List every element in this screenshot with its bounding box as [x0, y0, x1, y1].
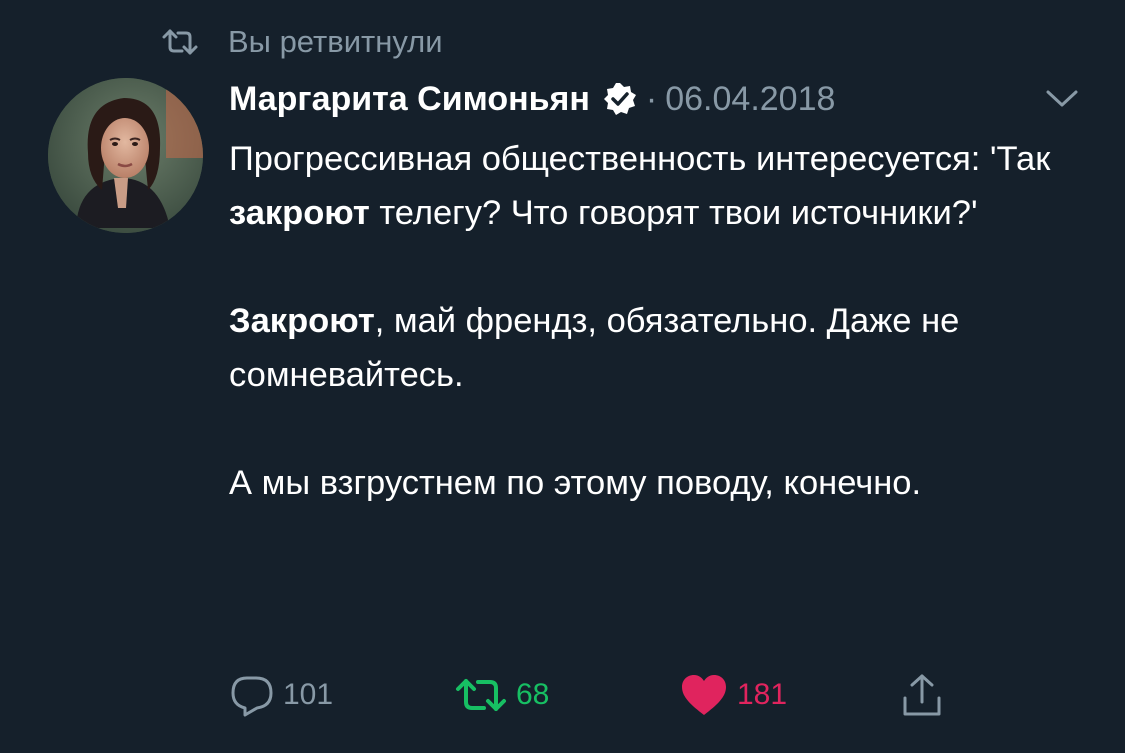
retweet-icon [162, 29, 198, 55]
like-button[interactable]: 181 [679, 670, 787, 720]
tweet-paragraph: А мы взгрустнем по этому поводу, конечно… [229, 464, 922, 502]
retweet-context-label: Вы ретвитнули [228, 24, 443, 59]
retweet-count: 68 [516, 678, 550, 711]
tweet-header: Маргарита Симоньян · 06.04.2018 [229, 74, 835, 124]
verified-badge-icon [603, 83, 636, 115]
bold-word: закроют [229, 194, 370, 232]
retweet-icon [456, 679, 506, 711]
bold-word: Закроют [229, 302, 375, 340]
tweet-paragraph: Прогрессивная общественность интересуетс… [229, 140, 1051, 232]
reply-icon [231, 676, 273, 717]
author-name[interactable]: Маргарита Симоньян [229, 80, 590, 119]
tweet-paragraph: Закроют, май френдз, обязательно. Даже н… [229, 302, 960, 394]
avatar-photo [48, 78, 203, 233]
reply-count: 101 [283, 678, 334, 711]
avatar[interactable] [48, 78, 203, 233]
tweet-text: Прогрессивная общественность интересуетс… [229, 132, 1089, 510]
like-count: 181 [737, 678, 788, 711]
tweet[interactable]: Вы ретвитнули Маргарита Симоньян · 06.04… [0, 0, 1125, 753]
tweet-actions: 101 68 181 [229, 670, 1049, 720]
chevron-down-icon[interactable] [1044, 88, 1080, 110]
share-icon [903, 674, 941, 716]
reply-button[interactable]: 101 [229, 670, 333, 720]
retweet-context: Вы ретвитнули [160, 22, 443, 62]
retweet-button[interactable]: 68 [454, 670, 549, 720]
heart-icon [682, 675, 726, 715]
share-button[interactable] [899, 670, 945, 720]
tweet-date[interactable]: 06.04.2018 [665, 80, 835, 119]
date-separator: · [645, 79, 658, 118]
